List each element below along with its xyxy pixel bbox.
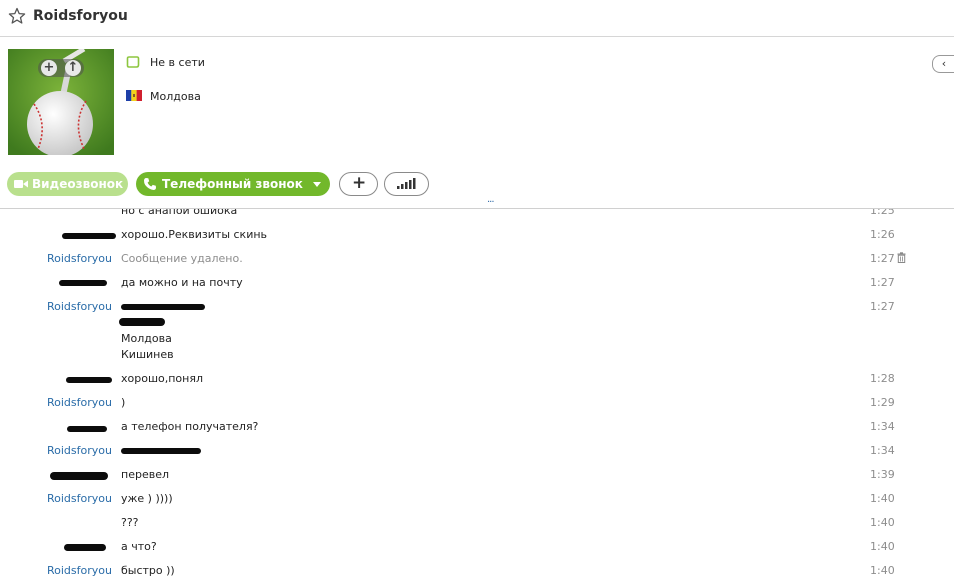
message-time: 1:40 bbox=[870, 492, 895, 505]
upload-photo-button[interactable]: ↑ bbox=[65, 60, 81, 76]
message-text: ??? bbox=[121, 516, 139, 529]
message-time: 1:34 bbox=[870, 420, 895, 433]
message-text: ) bbox=[121, 396, 126, 409]
message-sender[interactable]: Roidsforyou bbox=[47, 299, 117, 315]
phone-call-label: Телефонный звонок bbox=[162, 177, 303, 191]
country-text: Молдова bbox=[150, 90, 201, 103]
add-participant-button[interactable]: + bbox=[339, 172, 378, 196]
collapse-panel-button[interactable]: ‹ bbox=[932, 55, 954, 73]
message-sender[interactable]: Roidsforyou bbox=[47, 491, 117, 507]
redaction-scribble bbox=[59, 280, 107, 286]
phone-call-button[interactable]: Телефонный звонок bbox=[136, 172, 330, 196]
title-bar: Roidsforyou bbox=[0, 0, 954, 37]
moldova-flag-icon bbox=[126, 90, 142, 101]
phone-icon bbox=[143, 178, 156, 190]
video-call-label: Видеозвонок bbox=[32, 177, 124, 191]
message-text-line: Молдова bbox=[121, 332, 172, 345]
message-time: 1:27 bbox=[870, 276, 895, 289]
redaction-scribble bbox=[66, 377, 112, 383]
message-text: хорошо.Реквизиты скинь bbox=[121, 228, 268, 241]
video-call-button[interactable]: Видеозвонок bbox=[7, 172, 128, 196]
message-time: 1:39 bbox=[870, 468, 895, 481]
redaction-scribble bbox=[62, 233, 116, 239]
add-photo-button[interactable]: + bbox=[41, 60, 57, 76]
contact-name-title: Roidsforyou bbox=[33, 8, 128, 24]
video-camera-icon bbox=[14, 180, 28, 188]
redaction-scribble bbox=[50, 472, 108, 480]
message-time: 1:34 bbox=[870, 444, 895, 457]
redaction-scribble bbox=[121, 448, 201, 454]
message-time: 1:28 bbox=[870, 372, 895, 385]
message-time: 1:26 bbox=[870, 228, 895, 241]
message-sender[interactable]: Roidsforyou bbox=[47, 395, 117, 411]
message-text: быстро )) bbox=[121, 564, 175, 577]
message-text: а что? bbox=[121, 540, 157, 553]
message-text: Сообщение удалено. bbox=[121, 252, 243, 265]
message-text: но с анапой ошиока bbox=[121, 209, 238, 217]
offline-status-icon bbox=[126, 56, 140, 68]
message-sender[interactable]: Roidsforyou bbox=[47, 443, 117, 459]
message-text: да можно и на почту bbox=[121, 276, 243, 289]
message-text: хорошо,понял bbox=[121, 372, 204, 385]
message-time: 1:27 bbox=[870, 252, 895, 265]
message-text-line: Кишинев bbox=[121, 348, 174, 361]
redaction-scribble bbox=[67, 426, 107, 432]
redaction-scribble bbox=[119, 318, 165, 326]
message-sender[interactable]: Roidsforyou bbox=[47, 251, 117, 267]
message-time: 1:27 bbox=[870, 300, 895, 313]
status-text: Не в сети bbox=[150, 56, 205, 69]
message-text: уже ) )))) bbox=[121, 492, 173, 505]
star-icon[interactable] bbox=[8, 7, 26, 25]
redaction-scribble bbox=[121, 304, 205, 310]
call-quality-button[interactable] bbox=[384, 172, 429, 196]
message-time: 1:40 bbox=[870, 540, 895, 553]
chat-message: Roidsforyou Молдова Кишинев 1:27 bbox=[0, 299, 954, 363]
message-time: 1:29 bbox=[870, 396, 895, 409]
chevron-down-icon[interactable] bbox=[313, 182, 321, 187]
resize-handle[interactable]: ··· bbox=[487, 197, 494, 208]
message-text: перевел bbox=[121, 468, 169, 481]
message-text: а телефон получателя? bbox=[121, 420, 259, 433]
chat-history[interactable]: но с анапой ошиока 1:25 хорошо.Реквизиты… bbox=[0, 209, 954, 583]
message-time: 1:25 bbox=[870, 209, 895, 217]
signal-bars-icon bbox=[397, 178, 416, 189]
message-sender[interactable]: Roidsforyou bbox=[47, 563, 117, 579]
avatar-actions: + ↑ bbox=[38, 59, 84, 77]
trash-icon bbox=[897, 252, 906, 263]
redaction-scribble bbox=[64, 544, 106, 551]
message-time: 1:40 bbox=[870, 564, 895, 577]
message-time: 1:40 bbox=[870, 516, 895, 529]
plus-icon: + bbox=[352, 173, 367, 193]
